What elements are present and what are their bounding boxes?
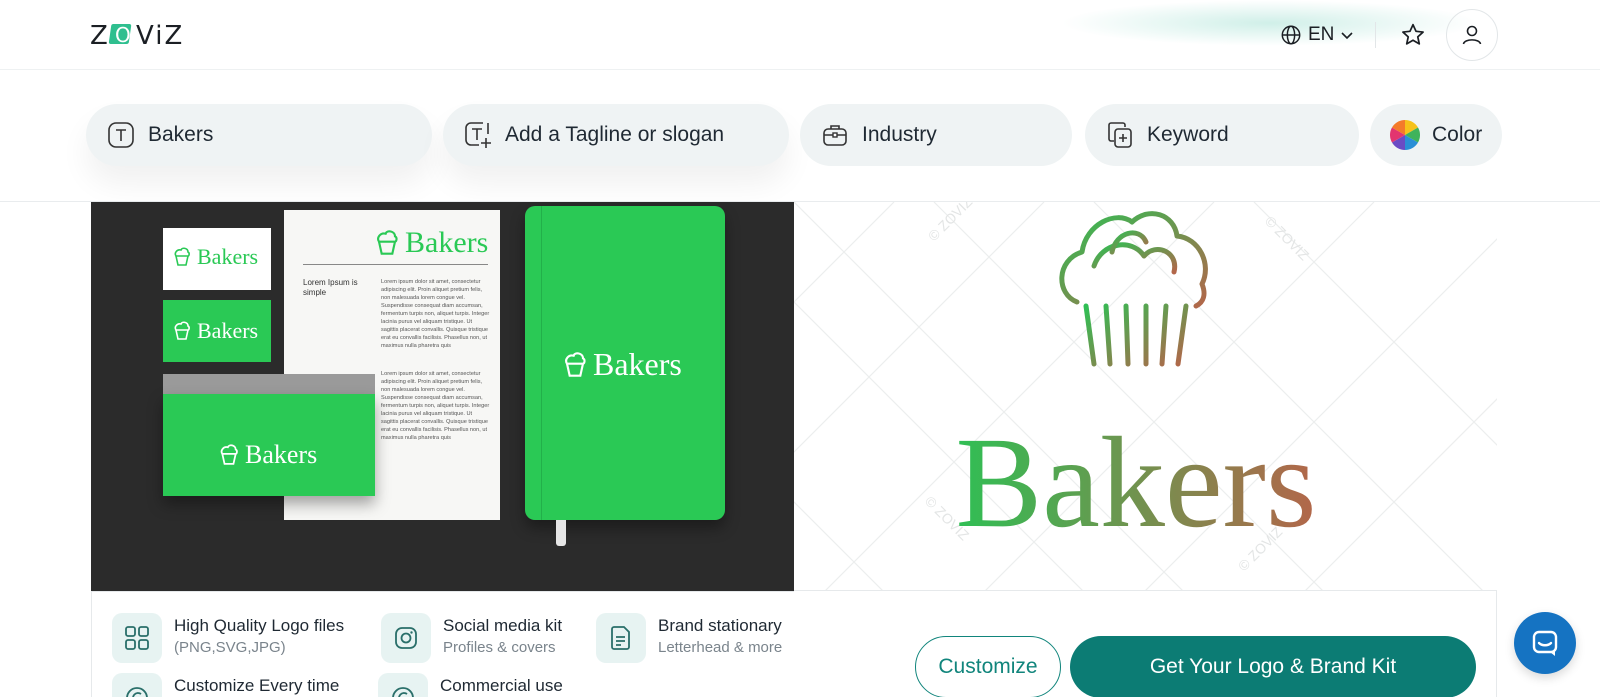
envelope-brand: Bakers <box>219 440 317 470</box>
keyword-field[interactable]: Keyword <box>1085 104 1359 166</box>
feature-commercial: Commercial use <box>378 673 563 697</box>
feature-subtitle: Profiles & covers <box>443 639 556 656</box>
star-icon <box>1402 23 1424 45</box>
globe-icon <box>1281 25 1301 45</box>
letterhead-rule <box>303 264 488 265</box>
language-selector[interactable]: EN <box>1280 20 1354 50</box>
grid-icon <box>112 613 162 663</box>
logo-preview-canvas: © ZOVIZ © ZOVIZ © ZOVIZ © ZOVIZ Bakers <box>794 202 1497 590</box>
feature-title: Social media kit <box>443 616 563 635</box>
feature-social-kit: Social media kit Profiles & covers <box>381 613 562 663</box>
watermark-text: © ZOVIZ <box>1262 213 1313 264</box>
chat-icon <box>1532 630 1558 656</box>
cupcake-logo-icon <box>1059 211 1211 369</box>
feature-title: High Quality Logo files <box>174 616 345 635</box>
color-picker-field[interactable]: Color <box>1370 104 1502 166</box>
notebook-brand: Bakers <box>563 346 682 383</box>
business-card-brand: Bakers <box>173 244 258 270</box>
letterhead-heading: Lorem Ipsum is simple <box>303 278 358 297</box>
feature-subtitle: Letterhead & more <box>658 639 783 656</box>
cupcake-icon <box>174 247 190 266</box>
industry-placeholder: Industry <box>862 123 937 146</box>
instagram-icon <box>381 613 431 663</box>
briefcase-icon <box>820 120 850 150</box>
chat-support-button[interactable] <box>1514 612 1576 674</box>
logo-brand-text: Bakers <box>956 411 1317 555</box>
cupcake-icon <box>220 444 238 465</box>
tagline-field[interactable]: Add a Tagline or slogan <box>443 104 789 166</box>
copyright-icon <box>112 673 162 697</box>
get-logo-kit-button[interactable]: Get Your Logo & Brand Kit <box>1070 636 1476 697</box>
watermark-text: © ZOVIZ <box>925 202 976 244</box>
svg-text:O: O <box>115 23 134 47</box>
tagline-placeholder: Add a Tagline or slogan <box>505 123 725 146</box>
zoviz-logo-mark: Z O ViZ <box>90 21 184 50</box>
account-button[interactable] <box>1446 9 1498 61</box>
business-card-back-brand: Bakers <box>173 318 258 344</box>
industry-field[interactable]: Industry <box>800 104 1072 166</box>
text-add-icon <box>463 120 493 150</box>
logo-preview[interactable]: © ZOVIZ © ZOVIZ © ZOVIZ © ZOVIZ Bakers <box>794 202 1497 591</box>
cupcake-icon <box>377 230 398 255</box>
language-label: EN <box>1308 24 1335 45</box>
user-icon <box>1462 25 1482 45</box>
letterhead-body-2: Lorem ipsum dolor sit amet, consectetur … <box>381 371 490 440</box>
feature-title: Brand stationary <box>658 616 782 635</box>
brand-name-field[interactable]: Bakers <box>86 104 432 166</box>
zoviz-logo[interactable]: Z O ViZ <box>90 20 210 50</box>
feature-stationary: Brand stationary Letterhead & more <box>596 613 782 663</box>
feature-logo-files: High Quality Logo files (PNG,SVG,JPG) <box>112 613 344 663</box>
color-label: Color <box>1432 123 1483 146</box>
top-header <box>0 0 1600 70</box>
keyword-add-icon <box>1105 120 1135 150</box>
feature-subtitle: (PNG,SVG,JPG) <box>174 639 286 656</box>
feature-customize: Customize Every time <box>112 673 339 697</box>
svg-text:ViZ: ViZ <box>136 21 184 50</box>
favorites-button[interactable] <box>1396 18 1430 52</box>
customize-button[interactable]: Customize <box>915 636 1061 697</box>
header-divider <box>1375 22 1376 48</box>
letterhead-body: Lorem ipsum dolor sit amet, consectetur … <box>381 279 490 349</box>
color-wheel-icon <box>1390 120 1420 150</box>
stationery-mockup-image[interactable]: Bakers Bakers Bakers Lorem Ipsum is simp… <box>91 202 794 591</box>
chevron-down-icon <box>1341 32 1353 40</box>
letterhead-brand: Bakers <box>375 226 488 260</box>
feature-title: Commercial use <box>440 676 563 695</box>
copyright-icon <box>378 673 428 697</box>
card-divider <box>91 591 794 592</box>
notebook-bookmark <box>556 520 566 546</box>
notebook-spine <box>541 206 542 520</box>
brand-name-value: Bakers <box>148 123 214 146</box>
keyword-placeholder: Keyword <box>1147 123 1229 146</box>
cupcake-icon <box>565 351 586 377</box>
text-icon <box>106 120 136 150</box>
cupcake-icon <box>174 321 190 340</box>
document-icon <box>596 613 646 663</box>
feature-title: Customize Every time <box>174 676 340 695</box>
svg-text:Z: Z <box>90 21 110 50</box>
